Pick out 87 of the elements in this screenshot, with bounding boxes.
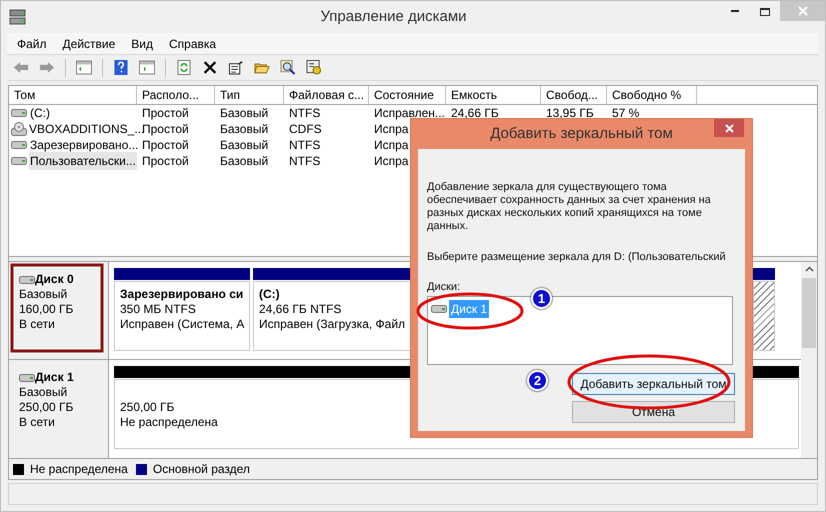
legend-label: Основной раздел [152,461,250,478]
table-cell-text: Базовый [220,105,268,122]
column-header[interactable]: Том [9,86,137,104]
maximize-icon [760,8,770,16]
partition-box[interactable] [753,281,775,351]
table-cell-text: Испра [374,137,408,154]
menu-item[interactable]: Вид [131,34,153,52]
table-cell-text: NTFS [289,137,320,154]
table-cell-text: Простой [142,137,189,154]
volume-name[interactable]: (C:) [29,104,51,122]
partition-box[interactable]: Зарезервировано си 350 МБ NTFS Исправен (Система, А [114,281,250,351]
table-cell-text: Простой [142,105,189,122]
partition-text: Зарезервировано си [120,287,244,302]
disc-drive-icon [11,122,27,136]
menu-item[interactable]: Файл [17,34,47,52]
window-title: Управление дисками [320,8,467,25]
disk-size: 250,00 ГБ [19,400,74,415]
table-cell-text: NTFS [289,153,320,170]
table-cell-text: NTFS [289,105,320,122]
scroll-thumb[interactable] [802,278,816,348]
disk-name: Диск 1 [35,370,74,385]
search-icon[interactable] [280,60,296,75]
close-icon [798,6,808,16]
disk-name: Диск 0 [35,272,74,287]
volume-name[interactable]: Пользовательски... [29,152,137,170]
disk-management-icon [9,9,27,25]
table-cell-text: 24,66 ГБ [451,105,499,122]
table-cell-text: Базовый [220,153,268,170]
column-header[interactable]: Состояние [369,86,446,104]
partition-text: 250,00 ГБ [120,400,174,415]
disk-type: Базовый [19,385,68,400]
drive-icon [19,374,35,382]
table-cell-text: Исправлен... [374,105,445,122]
partition-text: Не распределена [120,415,218,430]
drive-icon [11,141,27,149]
column-header[interactable]: Тип [215,86,284,104]
disk-status: В сети [19,317,56,332]
settings-icon[interactable] [306,60,322,75]
forward-arrow-icon[interactable] [39,60,55,75]
dialog-title: Добавить зеркальный том [490,124,673,142]
panel-icon[interactable] [76,60,92,75]
table-cell-text: Простой [142,153,189,170]
partition-text: Исправен (Загрузка, Файл [259,317,406,332]
menu-item[interactable]: Справка [169,34,216,52]
column-header[interactable]: Располо... [137,86,215,104]
table-cell-text: Базовый [220,137,268,154]
refresh-icon[interactable] [176,60,192,75]
table-cell-text: CDFS [289,121,322,138]
list-label: Диски: [427,280,462,294]
table-cell-text: Базовый [220,121,268,138]
table-cell-text: Простой [142,121,189,138]
column-header[interactable]: Файловая с... [284,86,369,104]
menu-item[interactable]: Действие [62,34,116,52]
partition-text: 350 МБ NTFS [120,302,196,317]
partition-text: 24,66 ГБ NTFS [259,302,342,317]
column-header[interactable]: Свобод... [541,86,607,104]
minimize-icon [731,10,739,13]
panel-icon[interactable] [139,60,155,75]
partition-text: Исправен (Система, А [120,317,244,332]
dialog-button[interactable]: Добавить зеркальный том [572,373,735,395]
close-icon [724,124,734,132]
back-arrow-icon[interactable] [13,60,29,75]
volume-name[interactable]: Зарезервировано... [29,136,140,154]
table-cell-text: Испра [374,121,408,138]
scrollbar[interactable] [801,262,817,458]
help-icon[interactable] [113,60,129,75]
drive-icon [11,157,27,165]
disk-status: В сети [19,415,56,430]
table-cell-text: 57 % [612,105,640,122]
delete-icon[interactable] [202,60,218,75]
dialog-button[interactable]: Отмена [572,401,735,423]
drive-icon [11,109,27,117]
disk-type: Базовый [19,287,68,302]
drive-icon [431,305,447,313]
properties-icon[interactable] [228,60,244,75]
scroll-up-icon[interactable] [804,266,814,272]
column-header[interactable]: Свободно % [607,86,697,104]
table-cell-text: 13,95 ГБ [546,105,594,122]
column-header[interactable]: Емкость [446,86,541,104]
legend-label: Не распределена [30,461,128,478]
close-button[interactable] [714,119,744,137]
prompt-text: Выберите размещение зеркала для D: (Пользовательский [427,250,727,265]
disk-size: 160,00 ГБ [19,302,74,317]
drive-icon [19,276,35,284]
partition-text: (C:) [259,287,280,302]
table-cell-text: Испра [374,153,408,170]
description-text: Добавление зеркала для существующего тома обеспечивает сохранность данных за счет хранения на разных дисках нескольких копий хранящихся на томе данных. [427,181,712,233]
